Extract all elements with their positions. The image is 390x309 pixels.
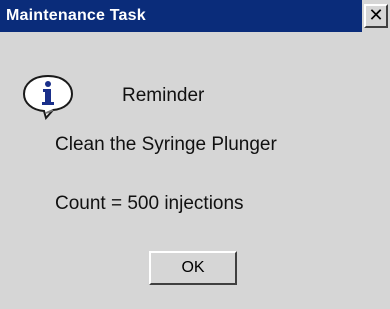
message-line-2: Count = 500 injections xyxy=(55,193,244,214)
info-icon xyxy=(22,74,74,120)
title-bar: Maintenance Task xyxy=(0,0,362,32)
ok-button[interactable]: OK xyxy=(149,251,237,285)
ok-button-label: OK xyxy=(181,259,205,276)
window-title: Maintenance Task xyxy=(6,7,146,24)
message-line-1: Clean the Syringe Plunger xyxy=(55,134,277,155)
maintenance-dialog: Maintenance Task ✕ Reminder Clean the Sy… xyxy=(0,0,390,309)
message-heading: Reminder xyxy=(122,85,205,106)
close-button[interactable]: ✕ xyxy=(364,4,388,28)
close-icon: ✕ xyxy=(368,4,384,26)
